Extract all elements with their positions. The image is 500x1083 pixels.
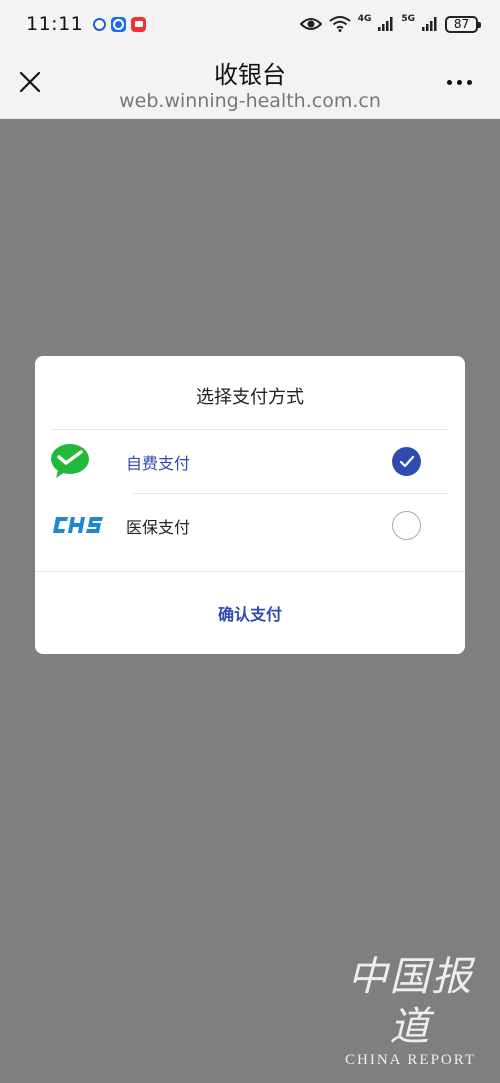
wechat-pay-icon — [51, 444, 89, 478]
watermark-chinese: 中国报道 — [347, 954, 474, 1050]
radio-checked[interactable] — [392, 447, 421, 476]
page-url: web.winning-health.com.cn — [119, 90, 381, 112]
chs-logo — [53, 517, 103, 533]
wifi-icon — [329, 16, 351, 32]
confirm-payment-button[interactable]: 确认支付 — [35, 572, 465, 654]
more-dot-icon — [456, 79, 462, 85]
payment-method-dialog: 选择支付方式 自费支付 医保支付 确认支付 — [35, 356, 465, 654]
network-4g-label: 4G — [357, 14, 372, 24]
signal-4g-icon — [378, 17, 393, 31]
app-notification-icon — [131, 16, 147, 32]
payment-option-medical-insurance[interactable]: 医保支付 — [35, 494, 465, 556]
checkmark-icon — [399, 455, 414, 468]
notification-icons — [93, 16, 147, 32]
more-dot-icon — [466, 79, 472, 85]
more-options-button[interactable] — [442, 72, 476, 92]
watermark: 中国报道 CHINA REPORT — [333, 952, 488, 1068]
more-dot-icon — [446, 79, 452, 85]
eye-icon — [299, 18, 322, 30]
option-label-medical-insurance: 医保支付 — [126, 518, 191, 537]
radio-unchecked[interactable] — [392, 511, 421, 540]
app-notification-icon — [111, 16, 127, 32]
status-time: 11:11 — [26, 13, 84, 35]
screen: 11:11 4G 5G 87 收银台 web.winning-health.co… — [0, 0, 500, 1083]
signal-5g-icon — [422, 17, 437, 31]
network-5g-label: 5G — [401, 14, 415, 24]
app-notification-icon — [93, 17, 107, 31]
status-indicators: 4G 5G 87 — [299, 14, 481, 33]
watermark-english: CHINA REPORT — [344, 1052, 477, 1068]
option-label-self-pay: 自费支付 — [126, 454, 191, 473]
title-bar: 收银台 web.winning-health.com.cn — [0, 48, 500, 119]
payment-option-self-pay[interactable]: 自费支付 — [35, 430, 465, 492]
status-bar: 11:11 4G 5G 87 — [0, 0, 500, 48]
page-title: 收银台 — [214, 61, 286, 89]
battery-indicator: 87 — [445, 15, 481, 33]
dialog-title: 选择支付方式 — [196, 387, 304, 408]
